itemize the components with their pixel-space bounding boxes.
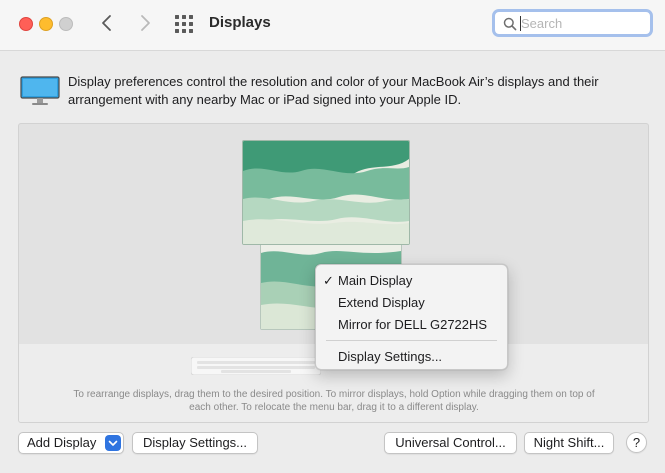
close-button[interactable]	[19, 17, 33, 31]
forward-button[interactable]	[134, 12, 156, 34]
search-field[interactable]	[492, 9, 653, 37]
menu-item-label: Main Display	[338, 273, 413, 288]
wallpaper-thumbnail-main	[243, 141, 409, 244]
show-all-button[interactable]	[174, 14, 194, 34]
displays-window: Displays Display preferences control the…	[0, 0, 665, 473]
back-button[interactable]	[96, 12, 118, 34]
menu-item-extend-display[interactable]: Extend Display	[316, 293, 507, 313]
grid-icon	[175, 15, 193, 33]
display-settings-button[interactable]: Display Settings...	[132, 432, 258, 454]
checkmark-icon: ✓	[323, 273, 334, 288]
chevron-down-icon	[108, 440, 118, 446]
search-icon	[503, 17, 517, 31]
menu-item-label: Display Settings...	[338, 349, 443, 364]
add-display-dropdown[interactable]	[105, 435, 121, 451]
add-display-button[interactable]: Add Display	[18, 432, 124, 454]
chevron-left-icon	[102, 15, 111, 31]
zoom-button[interactable]	[59, 17, 73, 31]
title-bar: Displays	[0, 0, 665, 51]
display-context-menu: ✓ Main Display Extend Display Mirror for…	[315, 264, 508, 370]
menu-item-label: Mirror for DELL G2722HS	[338, 317, 488, 332]
minimize-button[interactable]	[39, 17, 53, 31]
menu-item-main-display[interactable]: ✓ Main Display	[316, 271, 507, 291]
add-display-label: Add Display	[27, 435, 97, 450]
menu-item-mirror-display[interactable]: Mirror for DELL G2722HS	[316, 315, 507, 335]
menu-item-display-settings[interactable]: Display Settings...	[316, 347, 507, 367]
description-text: Display preferences control the resoluti…	[68, 74, 599, 107]
search-input[interactable]	[521, 14, 643, 32]
window-title: Displays	[209, 14, 271, 31]
keyboard-illustration	[191, 357, 321, 375]
menu-item-label: Extend Display	[338, 295, 425, 310]
help-button[interactable]: ?	[626, 432, 647, 453]
main-display[interactable]	[242, 140, 410, 245]
arrangement-hint: To rearrange displays, drag them to the …	[73, 389, 595, 413]
display-monitor-icon	[20, 76, 60, 105]
menu-separator	[326, 340, 497, 341]
universal-control-button[interactable]: Universal Control...	[384, 432, 517, 454]
chevron-right-icon	[141, 15, 150, 31]
night-shift-button[interactable]: Night Shift...	[524, 432, 614, 454]
